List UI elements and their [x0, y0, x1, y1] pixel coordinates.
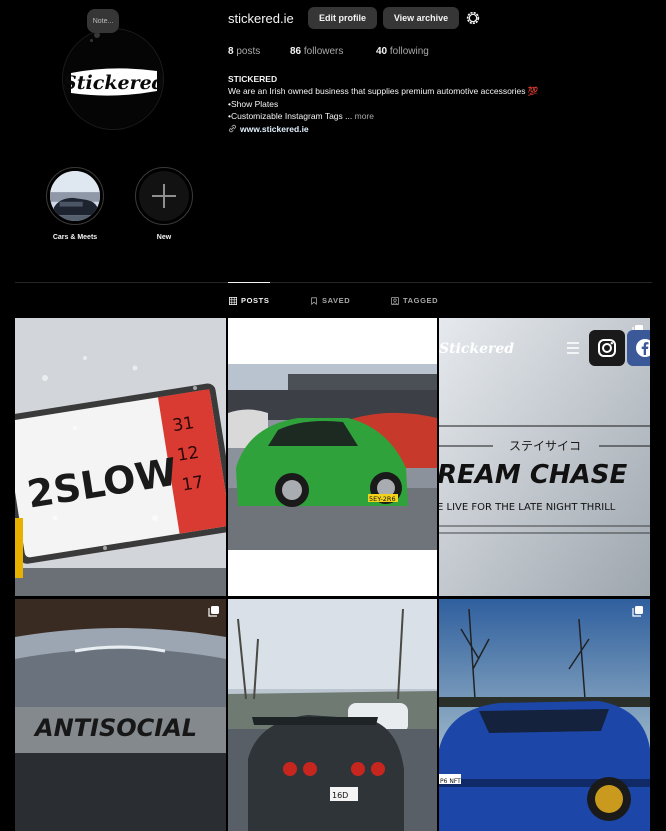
bookmark-icon	[311, 296, 317, 305]
svg-text:Stickered: Stickered	[63, 72, 164, 94]
instagram-icon	[589, 330, 625, 366]
svg-text:P6 NFT: P6 NFT	[440, 778, 461, 785]
link-icon	[229, 124, 236, 132]
post-thumbnail-antisocial[interactable]: ANTISOCIAL	[15, 599, 226, 831]
posts-count: 8 posts	[228, 46, 261, 57]
post-image: ANTISOCIAL	[15, 599, 226, 831]
plus-icon	[152, 184, 176, 208]
highlight-cars-meets[interactable]: Cars & Meets	[45, 167, 105, 241]
post-thumbnail-plate[interactable]: 2SLOW 31 12 17	[15, 318, 226, 596]
post-image: 16D	[228, 599, 437, 831]
highlight-ring	[135, 167, 193, 225]
bio-line: •Show Plates	[228, 98, 279, 109]
note-bubble[interactable]: Note...	[87, 9, 119, 42]
following-link[interactable]: 40 following	[376, 46, 429, 57]
edit-profile-button[interactable]: Edit profile	[308, 7, 377, 29]
more-link[interactable]: more	[355, 111, 374, 121]
highlight-ring	[46, 167, 104, 225]
profile-username: stickered.ie	[228, 11, 294, 26]
note-text: Note...	[92, 17, 114, 25]
post-image: 2SLOW 31 12 17	[15, 318, 226, 596]
highlight-label: Cars & Meets	[52, 234, 98, 241]
post-thumbnail-skyline[interactable]: 16D	[228, 599, 437, 831]
carousel-icon	[208, 606, 219, 617]
view-archive-button[interactable]: View archive	[383, 7, 459, 29]
svg-text:ANTISOCIAL: ANTISOCIAL	[33, 714, 197, 742]
tagged-icon	[391, 296, 399, 305]
svg-text:12: 12	[176, 443, 201, 466]
hundred-emoji: 💯	[527, 86, 539, 97]
stickered-logo: Stickered	[63, 29, 164, 129]
svg-text:REAM CHASE: REAM CHASE	[439, 460, 628, 490]
tabs-divider	[15, 282, 652, 283]
highlight-new[interactable]: New	[134, 167, 194, 241]
gear-icon[interactable]	[465, 10, 481, 26]
active-tab-indicator	[228, 282, 270, 283]
post-thumbnail-subaru[interactable]: P6 NFT	[439, 599, 650, 831]
svg-text:5EY-2R6: 5EY-2R6	[369, 495, 396, 503]
post-thumbnail-porsche[interactable]: 5EY-2R6	[228, 318, 437, 596]
svg-text:Stickered: Stickered	[439, 341, 514, 357]
post-image: P6 NFT	[439, 599, 650, 831]
facebook-icon	[627, 330, 650, 366]
profile-avatar[interactable]: Stickered	[62, 28, 164, 130]
svg-text:17: 17	[181, 472, 206, 495]
tab-posts[interactable]: POSTS	[229, 296, 269, 305]
tab-tagged[interactable]: TAGGED	[391, 296, 438, 305]
tab-saved[interactable]: SAVED	[310, 296, 350, 305]
svg-text:31: 31	[171, 413, 196, 436]
carousel-icon	[632, 606, 643, 617]
grid-icon	[229, 296, 237, 305]
post-thumbnail-banner[interactable]: Stickered ステイサイコ REAM CHASE E LIVE FOR T…	[439, 318, 650, 596]
highlight-label: New	[156, 234, 172, 241]
svg-text:E LIVE FOR THE LATE NIGHT THRI: E LIVE FOR THE LATE NIGHT THRILL	[439, 502, 616, 513]
svg-text:ステイサイコ: ステイサイコ	[509, 439, 581, 453]
highlight-thumbnail	[50, 171, 100, 221]
svg-text:16D: 16D	[332, 791, 348, 800]
bio-name: STICKERED	[228, 74, 278, 84]
followers-link[interactable]: 86 followers	[290, 46, 343, 57]
post-image: 5EY-2R6	[228, 318, 437, 596]
bio-line: •Customizable Instagram Tags ... more	[228, 111, 374, 122]
profile-bio: STICKERED We are an Irish owned business…	[228, 73, 608, 135]
bio-line: We are an Irish owned business that supp…	[228, 86, 539, 97]
website-link[interactable]: www.stickered.ie	[228, 123, 608, 135]
